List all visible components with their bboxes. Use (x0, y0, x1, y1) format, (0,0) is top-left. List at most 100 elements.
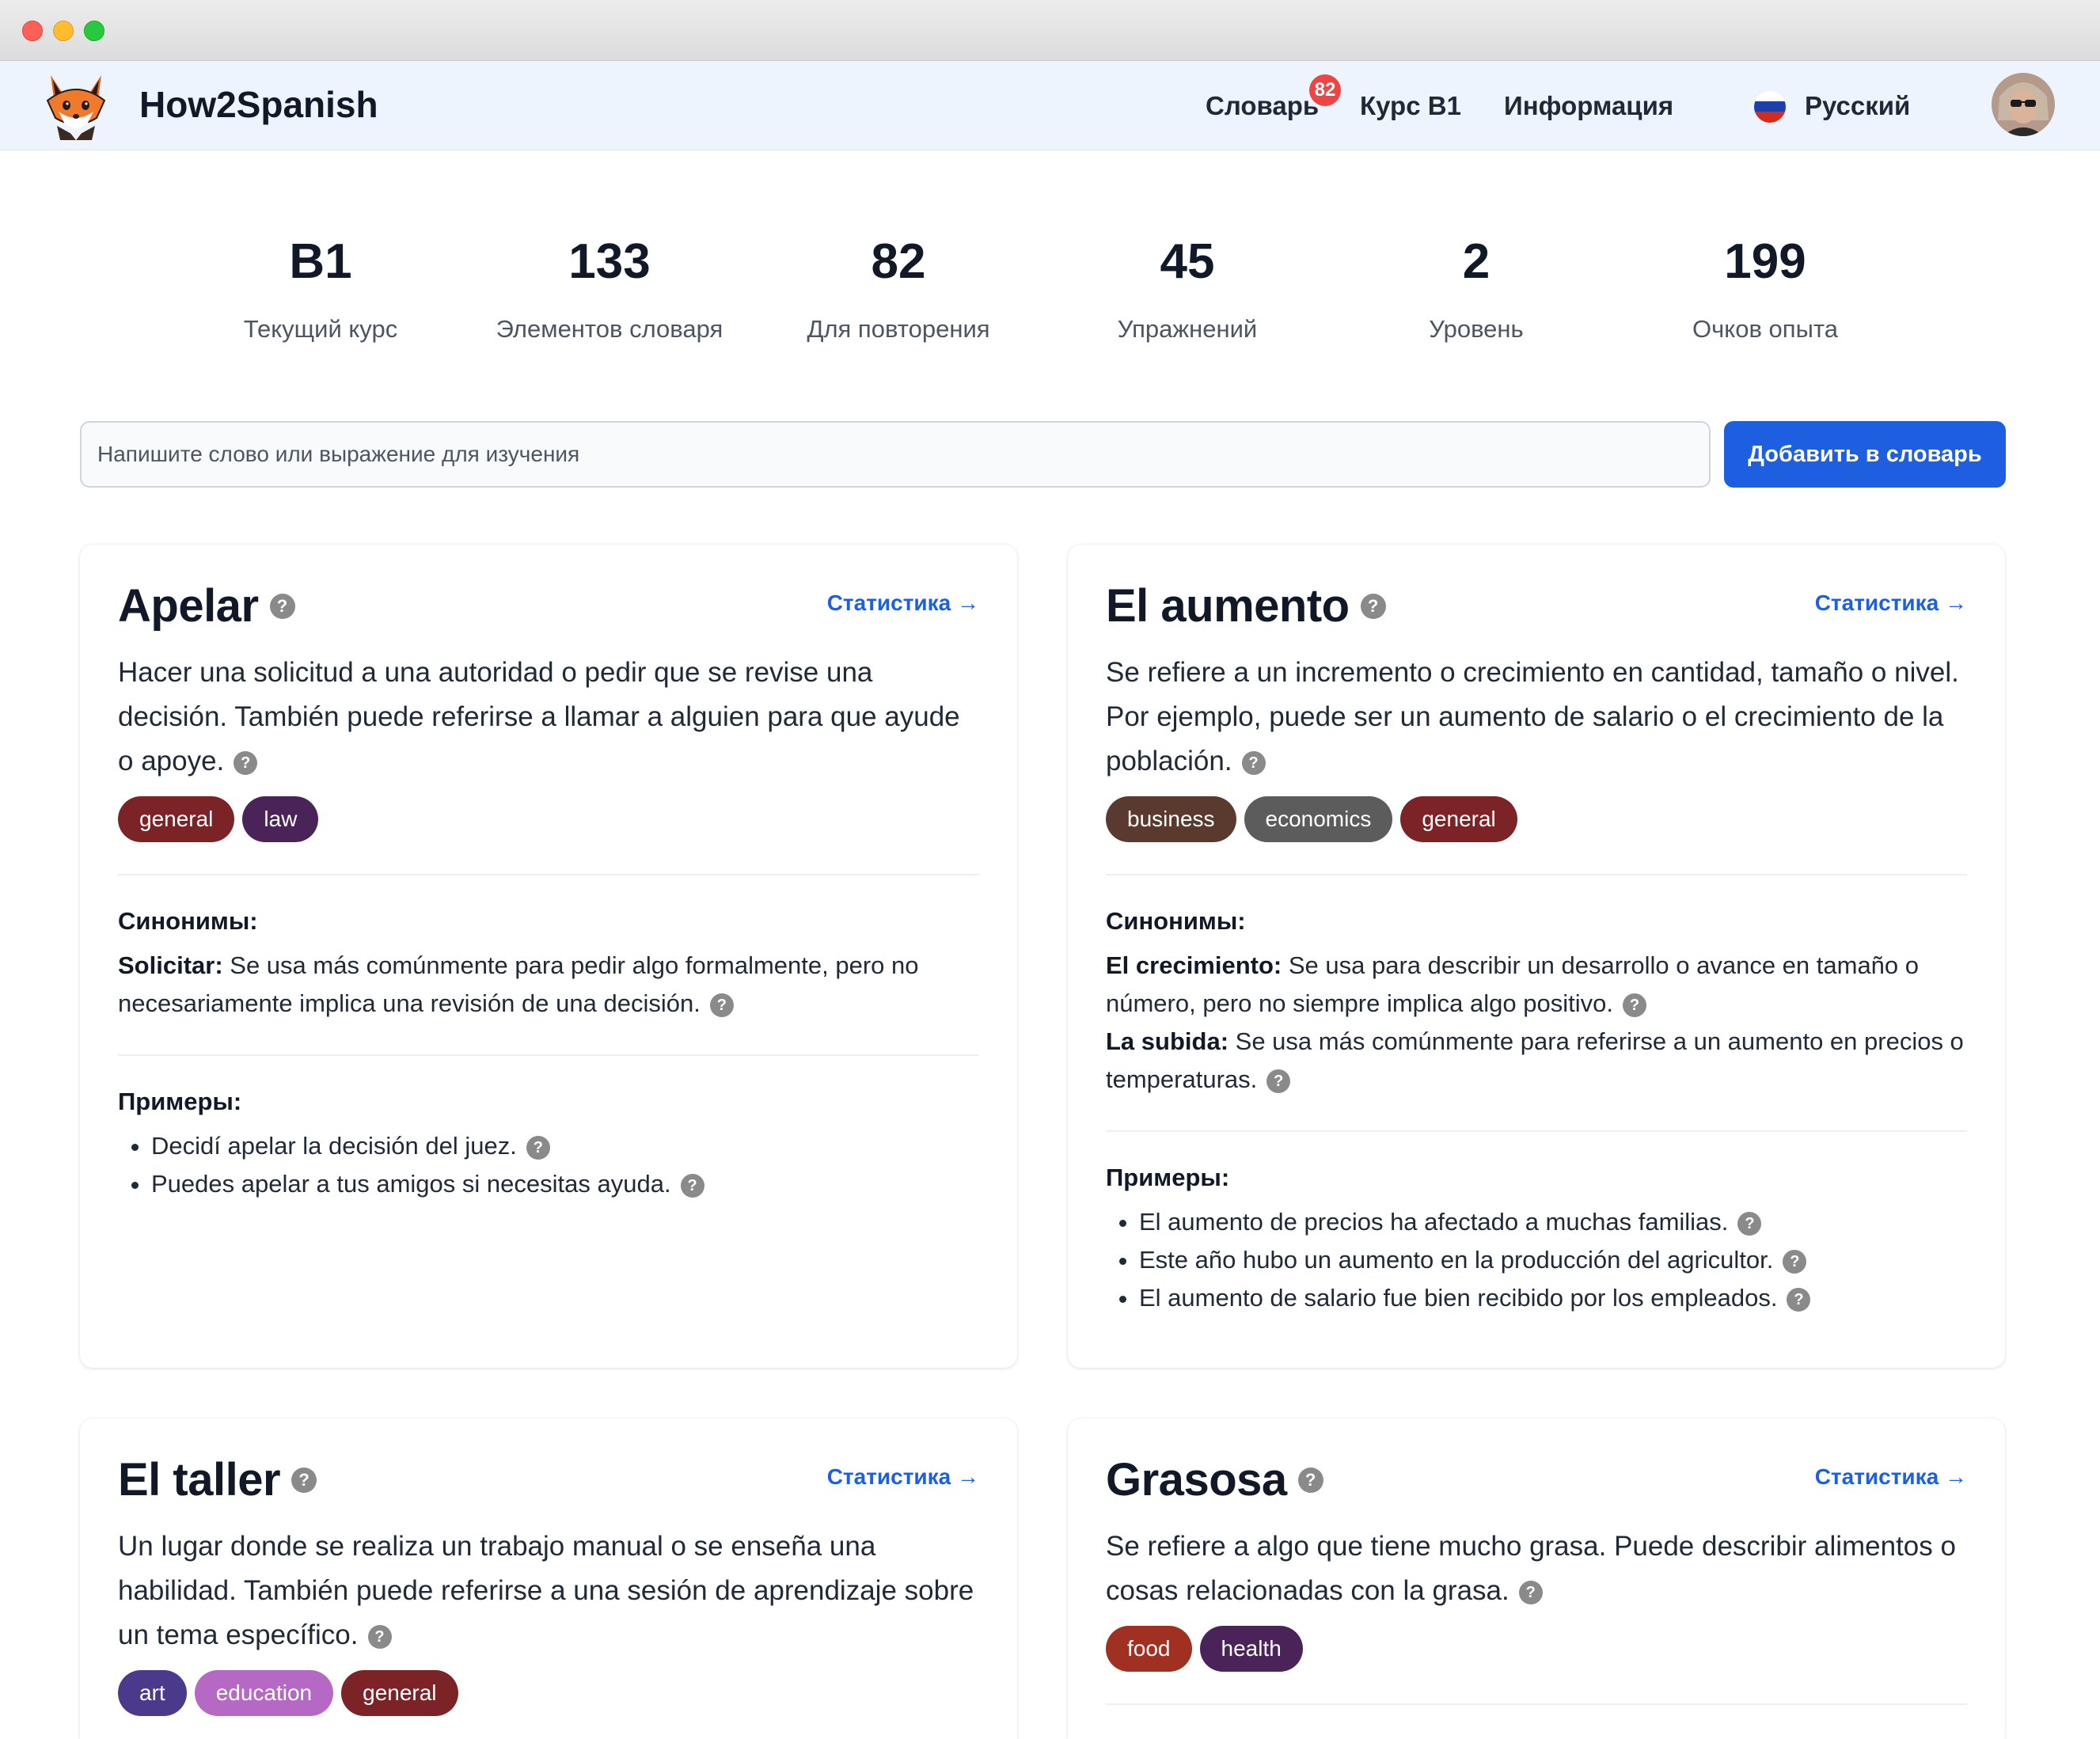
stat-level: 2 Уровень (1326, 237, 1627, 344)
help-icon[interactable]: ? (1360, 593, 1386, 619)
help-icon[interactable]: ? (526, 1135, 550, 1160)
tag-health[interactable]: health (1199, 1626, 1303, 1672)
card-header: El taller? Статистика → (118, 1453, 979, 1517)
synonyms-title: Синонимы: (1106, 907, 1246, 935)
stat-value: 45 (1160, 234, 1215, 289)
examples-title: Примеры: (1106, 1164, 1230, 1191)
fox-logo-icon[interactable] (40, 69, 112, 142)
card-header: Apelar? Статистика → (118, 579, 979, 643)
example-list: El aumento de precios ha afectado a much… (1106, 1203, 1967, 1317)
maximize-window-button[interactable] (84, 21, 104, 41)
help-icon[interactable]: ? (680, 1173, 704, 1198)
stat-value: 2 (1462, 234, 1491, 289)
example-text: Puedes apelar a tus amigos si necesitas … (151, 1170, 671, 1198)
stat-value: 199 (1724, 234, 1806, 289)
card-word: Grasosa (1106, 1454, 1287, 1505)
divider (1106, 1703, 1967, 1705)
help-icon[interactable]: ? (1241, 750, 1266, 775)
close-window-button[interactable] (22, 21, 43, 41)
tag-law[interactable]: law (242, 796, 319, 842)
card-word: El aumento (1106, 580, 1350, 632)
tag-list: general law (118, 796, 979, 842)
card-definition: Hacer una solicitud a una autoridad o pe… (118, 651, 979, 784)
statistics-link[interactable]: Статистика → (1815, 1464, 1967, 1490)
help-icon[interactable]: ? (1297, 1467, 1323, 1493)
example-item: Este año hubo un aumento en la producció… (1139, 1241, 1967, 1279)
help-icon[interactable]: ? (291, 1467, 317, 1493)
example-text: Decidí apelar la decisión del juez. (151, 1132, 517, 1160)
stat-value: 133 (568, 234, 651, 289)
tag-business[interactable]: business (1106, 796, 1236, 842)
divider (118, 874, 979, 875)
stat-experience: 199 Очков опыта (1615, 237, 1916, 344)
tag-economics[interactable]: economics (1244, 796, 1393, 842)
example-text: Este año hubo un aumento en la producció… (1139, 1246, 1774, 1274)
definition-text: Se refiere a un incremento o crecimiento… (1106, 657, 1959, 776)
help-icon[interactable]: ? (1787, 1287, 1811, 1312)
stat-label: Очков опыта (1692, 315, 1838, 343)
statistics-link[interactable]: Статистика → (1815, 590, 1967, 616)
card-definition: Se refiere a un incremento o crecimiento… (1106, 651, 1967, 784)
stat-label: Упражнений (1117, 315, 1258, 343)
tag-education[interactable]: education (194, 1670, 334, 1716)
help-icon[interactable]: ? (1783, 1249, 1807, 1274)
tag-food[interactable]: food (1106, 1626, 1192, 1672)
tag-list: food health (1106, 1626, 1967, 1672)
minimize-window-button[interactable] (53, 21, 74, 41)
divider (1106, 874, 1967, 875)
add-to-dictionary-button[interactable]: Добавить в словарь (1724, 421, 2006, 488)
nav-link-info[interactable]: Информация (1504, 91, 1673, 121)
nav-link-dictionary[interactable]: Словарь (1206, 91, 1319, 121)
tag-art[interactable]: art (118, 1670, 187, 1716)
help-icon[interactable]: ? (1518, 1580, 1543, 1604)
word-card: El taller? Статистика → Un lugar donde s… (80, 1418, 1017, 1739)
synonym-term: El crecimiento: (1106, 951, 1282, 979)
new-word-input[interactable] (80, 421, 1711, 488)
nav-link-course[interactable]: Курс B1 (1360, 91, 1461, 121)
stat-for-review: 82 Для повторения (748, 237, 1049, 344)
synonym-item: El crecimiento: Se usa para describir un… (1106, 947, 1967, 1023)
help-icon[interactable]: ? (234, 750, 258, 775)
tag-list: art education general (118, 1670, 979, 1716)
statistics-link[interactable]: Статистика → (827, 590, 979, 616)
example-list: Decidí apelar la decisión del juez.? Pue… (118, 1127, 979, 1203)
russian-flag-icon[interactable] (1754, 91, 1786, 123)
definition-text: Un lugar donde se realiza un trabajo man… (118, 1531, 974, 1650)
stat-current-course: B1 Текущий курс (170, 237, 471, 344)
stat-dictionary-items: 133 Элементов словаря (459, 237, 760, 344)
tag-general[interactable]: general (341, 1670, 458, 1716)
stat-value: 82 (871, 234, 926, 289)
example-item: Puedes apelar a tus amigos si necesitas … (151, 1165, 979, 1203)
word-card: Grasosa? Статистика → Se refiere a algo … (1068, 1418, 2005, 1739)
brand-name[interactable]: How2Spanish (139, 83, 378, 126)
divider (118, 1054, 979, 1056)
user-avatar[interactable] (1992, 73, 2055, 136)
example-text: El aumento de salario fue bien recibido … (1139, 1284, 1778, 1312)
card-definition: Un lugar donde se realiza un trabajo man… (118, 1524, 979, 1657)
tag-general[interactable]: general (118, 796, 235, 842)
example-item: Decidí apelar la decisión del juez.? (151, 1127, 979, 1165)
stat-label: Элементов словаря (496, 315, 723, 343)
window-titlebar (0, 0, 2100, 61)
example-item: El aumento de precios ha afectado a much… (1139, 1203, 1967, 1241)
divider (1106, 1130, 1967, 1132)
help-icon[interactable]: ? (1266, 1069, 1291, 1093)
stat-value: B1 (289, 234, 352, 289)
statistics-link[interactable]: Статистика → (827, 1464, 979, 1490)
card-word: El taller (118, 1454, 281, 1505)
synonym-text: Se usa más comúnmente para pedir algo fo… (118, 951, 919, 1017)
help-icon[interactable]: ? (1737, 1211, 1762, 1236)
review-count-badge: 82 (1309, 74, 1341, 106)
help-icon[interactable]: ? (709, 993, 734, 1017)
stat-label: Уровень (1429, 315, 1524, 343)
card-word: Apelar (118, 580, 259, 632)
synonym-text: Se usa más comúnmente para referirse a u… (1106, 1027, 1964, 1093)
help-icon[interactable]: ? (269, 593, 295, 619)
card-header: El aumento? Статистика → (1106, 579, 1967, 643)
word-card: El aumento? Статистика → Se refiere a un… (1068, 545, 2005, 1368)
help-icon[interactable]: ? (1622, 993, 1646, 1017)
tag-general[interactable]: general (1400, 796, 1517, 842)
help-icon[interactable]: ? (367, 1624, 392, 1649)
examples-title: Примеры: (118, 1088, 242, 1115)
language-selector[interactable]: Русский (1805, 91, 1910, 121)
